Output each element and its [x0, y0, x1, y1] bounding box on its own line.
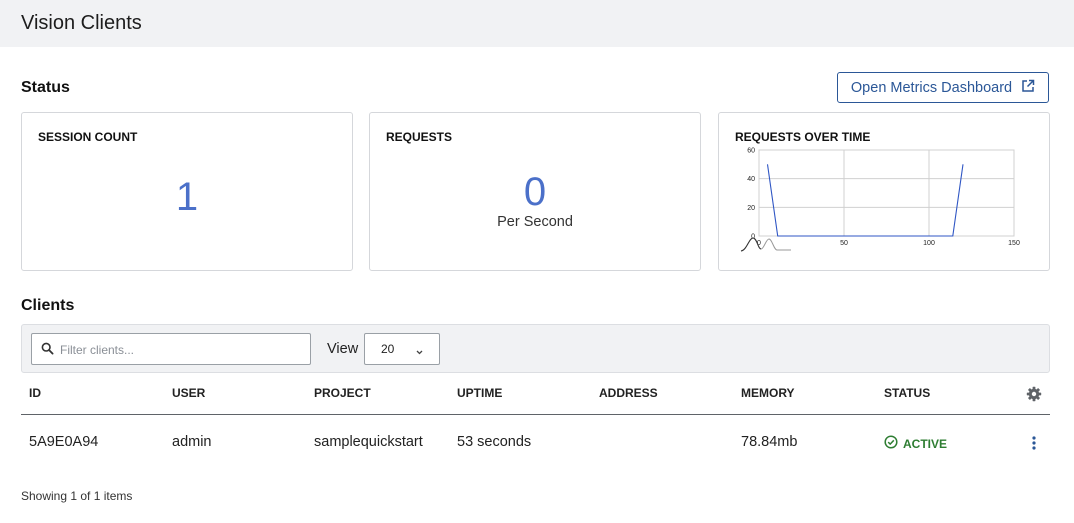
column-header-id[interactable]: ID [29, 386, 41, 400]
status-heading: Status [21, 79, 70, 96]
chart-x-tick-label: 100 [923, 240, 935, 247]
top-bar: Vision Clients [0, 0, 1074, 47]
requests-card: REQUESTS 0 Per Second [369, 112, 701, 271]
page-title: Vision Clients [21, 12, 142, 34]
cell-user: admin [172, 434, 212, 450]
view-label: View [327, 341, 359, 357]
kebab-icon[interactable] [1031, 435, 1037, 456]
session-count-title: SESSION COUNT [38, 130, 138, 144]
status-text: ACTIVE [903, 436, 948, 451]
requests-chart: 02040600 50 100 150 [740, 148, 1020, 252]
column-header-user[interactable]: USER [172, 386, 205, 400]
page-size-select[interactable]: 20 [364, 333, 440, 365]
pagination-summary: Showing 1 of 1 items [21, 489, 133, 503]
chart-x-tick-label: 50 [840, 240, 848, 247]
chart-x-tick-label: 150 [1008, 240, 1020, 247]
chart-y-tick-label: 20 [747, 205, 755, 212]
column-header-memory[interactable]: MEMORY [741, 386, 795, 400]
chart-y-tick-label: 0 [751, 234, 755, 241]
status-badge: ACTIVE [884, 435, 947, 452]
column-header-uptime[interactable]: UPTIME [457, 386, 502, 400]
session-count-card: SESSION COUNT 1 [21, 112, 353, 271]
check-circle-icon [884, 435, 898, 452]
cell-memory: 78.84mb [741, 434, 798, 450]
clients-toolbar: Filter clients... View 20 [21, 324, 1050, 373]
chart-y-tick-label: 60 [747, 148, 755, 155]
chart-navigator-curve [740, 237, 791, 252]
search-icon [41, 342, 54, 360]
table-header-divider [21, 414, 1050, 415]
open-metrics-dashboard-button[interactable]: Open Metrics Dashboard [837, 72, 1049, 103]
gear-icon[interactable] [1026, 386, 1042, 407]
filter-placeholder: Filter clients... [60, 343, 135, 357]
column-header-project[interactable]: PROJECT [314, 386, 371, 400]
requests-title: REQUESTS [386, 130, 453, 144]
filter-clients-input[interactable]: Filter clients... [31, 333, 311, 365]
column-header-status[interactable]: STATUS [884, 386, 930, 400]
requests-value: 0 [523, 170, 547, 214]
open-metrics-label: Open Metrics Dashboard [850, 79, 1013, 96]
column-header-address[interactable]: ADDRESS [599, 386, 658, 400]
cell-uptime: 53 seconds [457, 434, 532, 450]
cell-id: 5A9E0A94 [29, 434, 99, 450]
chart-series-line [766, 164, 964, 237]
clients-heading: Clients [21, 297, 75, 314]
cell-project: samplequickstart [314, 434, 423, 450]
chevron-down-icon [415, 344, 424, 362]
requests-over-time-card: REQUESTS OVER TIME 0 20 40 60 0 50 100 150 [718, 112, 1050, 271]
chart-plot-frame [758, 149, 1015, 237]
external-link-icon [1021, 79, 1035, 97]
page-size-value: 20 [381, 342, 395, 356]
chart-y-tick-label: 40 [747, 176, 755, 183]
session-count-value: 1 [175, 175, 199, 219]
requests-unit: Per Second [497, 214, 573, 230]
